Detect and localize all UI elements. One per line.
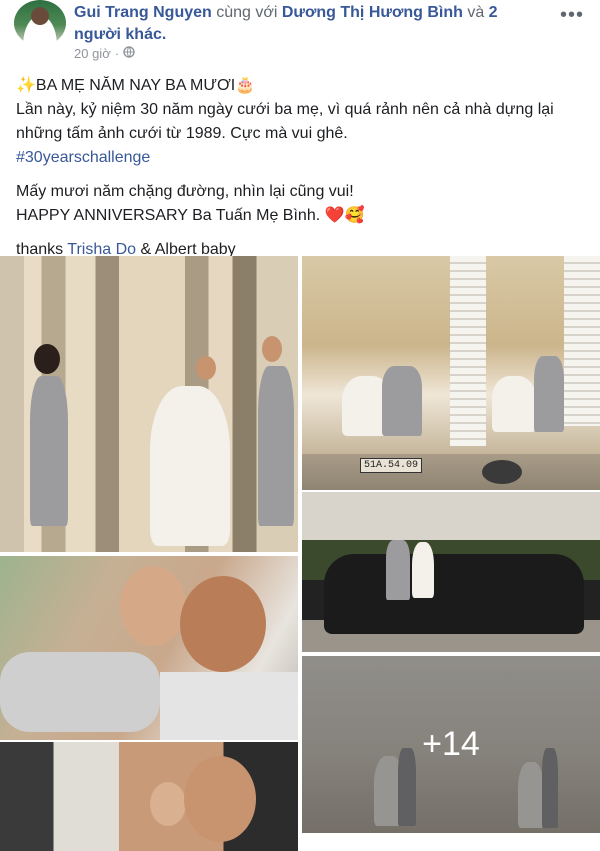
globe-icon[interactable]: [123, 46, 135, 61]
post-line-journey: Mấy mươi năm chặng đường, nhìn lại cũng …: [16, 183, 354, 200]
photo-car-plate[interactable]: 51A.54.09: [302, 454, 600, 490]
author-name-link[interactable]: Gui Trang Nguyen: [74, 4, 212, 21]
post-title-line: ✨BA MẸ NĂM NAY BA MƯƠI🎂: [16, 77, 256, 94]
more-photos-overlay[interactable]: +14: [302, 656, 600, 833]
meta-separator: ·: [114, 46, 120, 61]
photo-car-window[interactable]: [0, 742, 298, 851]
post-line-happy-anniversary: HAPPY ANNIVERSARY Ba Tuấn Mẹ Bình. ❤️🥰: [16, 207, 365, 224]
author-avatar[interactable]: [14, 0, 66, 46]
more-photos-count: +14: [422, 725, 480, 763]
post-body: ✨BA MẸ NĂM NAY BA MƯƠI🎂 Lần này, kỷ niệm…: [16, 74, 586, 262]
photo-courtyard[interactable]: +14: [302, 656, 600, 833]
post-timestamp[interactable]: 20 giờ: [74, 46, 111, 61]
car-plate-text: 51A.54.09: [360, 458, 423, 473]
photo-vintage-car[interactable]: [302, 492, 600, 652]
hashtag-link[interactable]: #30yearschallenge: [16, 149, 150, 166]
post-header: Gui Trang Nguyen cùng với Dương Thị Hươn…: [74, 2, 544, 46]
and-text: và: [462, 4, 489, 21]
post-meta: 20 giờ ·: [74, 46, 135, 61]
post-options-button[interactable]: •••: [560, 4, 584, 27]
photo-couple-columns[interactable]: [0, 256, 298, 552]
photo-closeup-couple[interactable]: [0, 556, 298, 740]
facebook-post: Gui Trang Nguyen cùng với Dương Thị Hươn…: [0, 0, 600, 851]
post-line-anniversary: Lần này, kỷ niệm 30 năm ngày cưới ba mẹ,…: [16, 101, 554, 142]
with-text: cùng với: [211, 4, 282, 21]
tagged-person-link[interactable]: Dương Thị Hương Bình: [282, 4, 463, 21]
photo-window-balcony[interactable]: [302, 256, 600, 454]
